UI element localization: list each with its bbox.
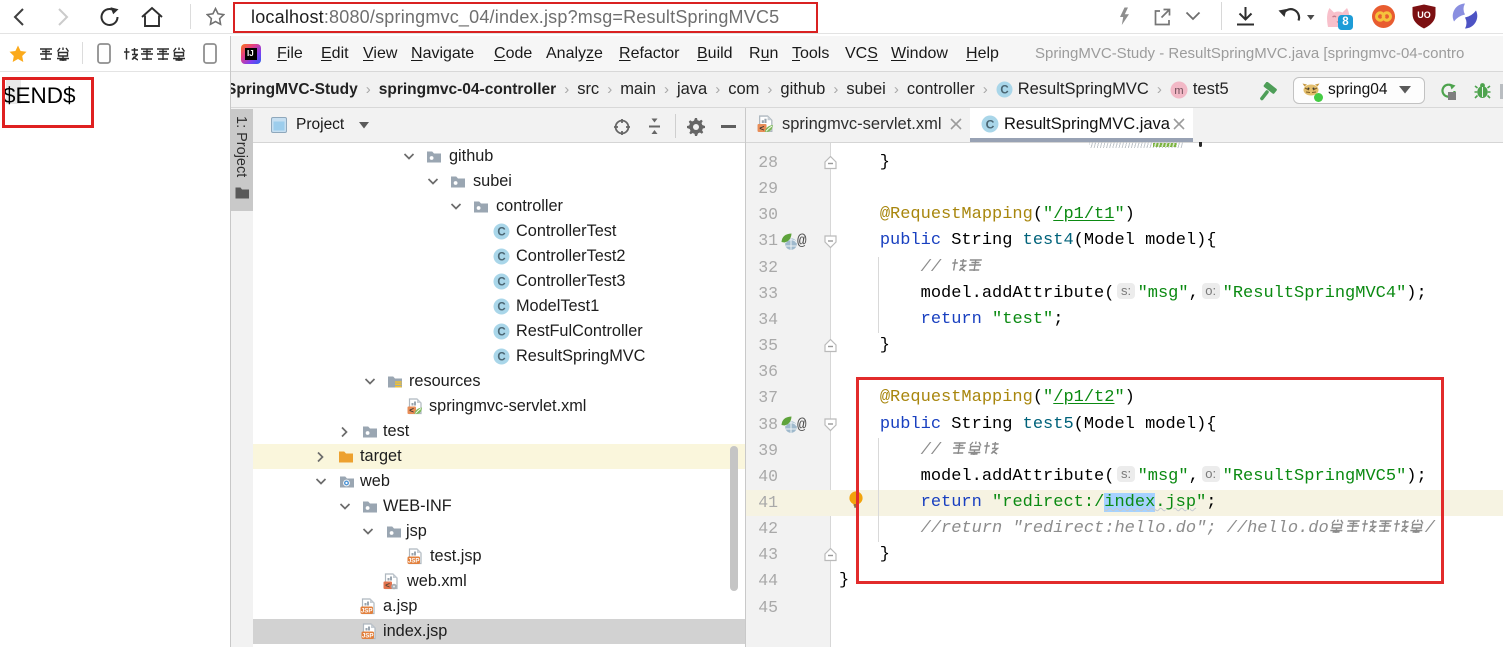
svg-text:UO: UO — [1417, 10, 1431, 20]
svg-text:m: m — [1174, 85, 1183, 97]
